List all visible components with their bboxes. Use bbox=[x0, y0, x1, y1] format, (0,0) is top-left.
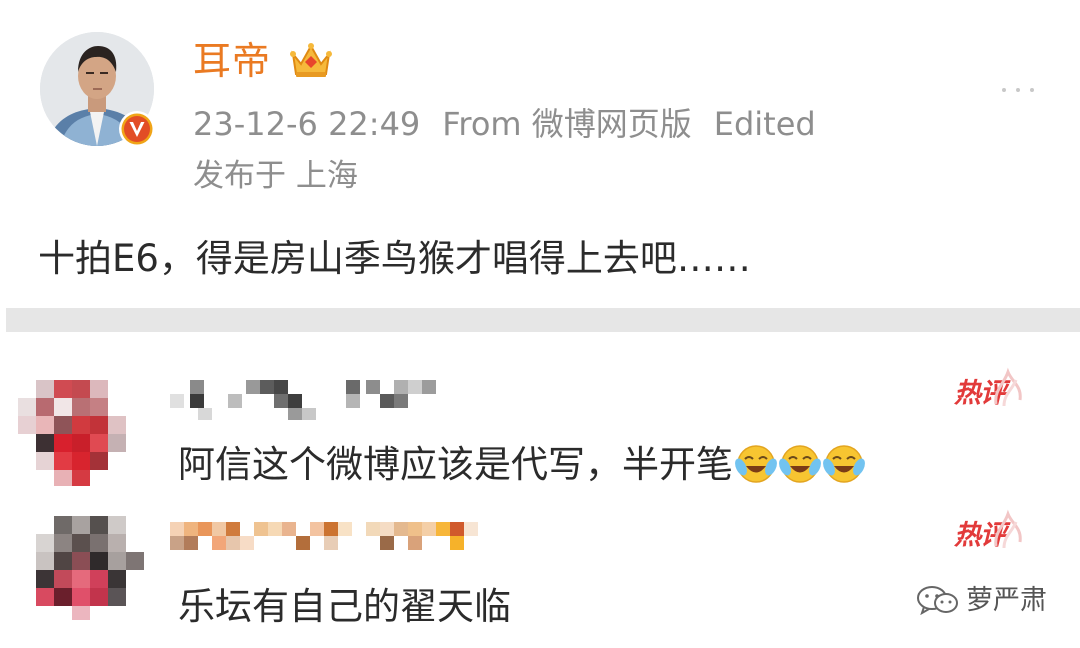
commenter-name-pixelated[interactable] bbox=[170, 380, 450, 420]
post-body-text: 十拍E6，得是房山季鸟猴才唱得上去吧…… bbox=[38, 237, 751, 280]
author-avatar[interactable] bbox=[40, 32, 158, 150]
watermark: 萝严肃 bbox=[916, 584, 1047, 618]
wechat-icon bbox=[917, 586, 958, 615]
verified-badge-icon bbox=[119, 111, 155, 147]
commenter-avatar-pixelated[interactable] bbox=[18, 374, 138, 494]
weibo-post: 耳帝 23-12-6 22:49 From 微博网页版 Edited 发布于 上海 … bbox=[0, 0, 1080, 308]
more-options-icon[interactable] bbox=[1000, 86, 1036, 94]
author-name[interactable]: 耳帝 bbox=[193, 36, 271, 86]
post-location: 发布于 上海 bbox=[193, 158, 358, 194]
post-meta: 23-12-6 22:49 From 微博网页版 Edited bbox=[193, 104, 838, 144]
emoji-group bbox=[735, 442, 867, 492]
comment-item[interactable]: 热评 阿信这个微博应该是代写，半开笔 bbox=[0, 367, 1080, 504]
comment-text: 阿信这个微博应该是代写，半开笔 bbox=[178, 440, 867, 492]
commenter-name-pixelated[interactable] bbox=[170, 522, 500, 562]
comment-text: 乐坛有自己的翟天临 bbox=[178, 585, 511, 628]
flame-icon bbox=[994, 367, 1022, 407]
comment-text-content: 阿信这个微博应该是代写，半开笔 bbox=[178, 443, 733, 486]
laugh-cry-emoji-icon bbox=[779, 444, 821, 483]
watermark-text: 萝严肃 bbox=[966, 585, 1047, 616]
crown-icon bbox=[290, 43, 332, 77]
commenter-avatar-pixelated[interactable] bbox=[18, 516, 148, 646]
laugh-cry-emoji-icon bbox=[735, 444, 777, 483]
flame-icon bbox=[994, 509, 1022, 549]
post-timestamp: 23-12-6 22:49 bbox=[193, 105, 421, 143]
comment-item[interactable]: 热评 乐坛有自己的翟天临 bbox=[0, 509, 1080, 648]
post-source: From 微博网页版 bbox=[442, 105, 692, 143]
laugh-cry-emoji-icon bbox=[823, 444, 865, 483]
post-edited-label[interactable]: Edited bbox=[714, 105, 816, 143]
section-divider bbox=[6, 308, 1080, 332]
